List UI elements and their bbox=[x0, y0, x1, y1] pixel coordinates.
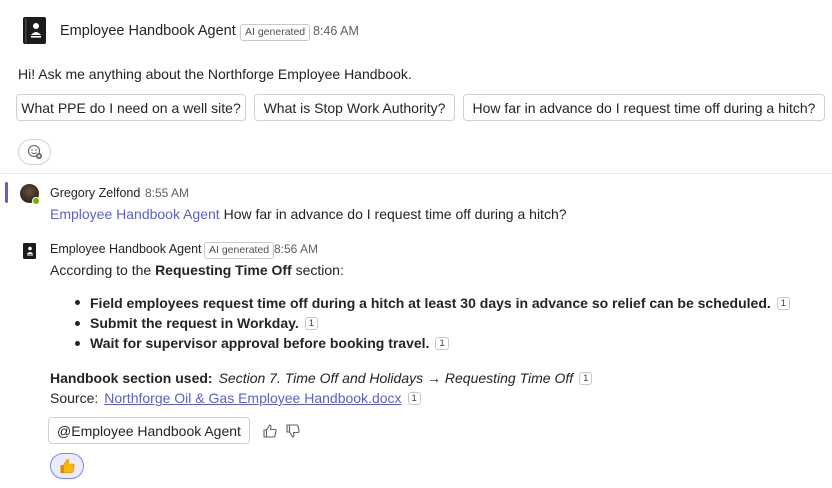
citation-badge[interactable]: 1 bbox=[407, 391, 421, 405]
bullet-icon bbox=[75, 300, 80, 305]
intro-prefix: According to the bbox=[50, 262, 156, 278]
handbook-book-icon bbox=[23, 243, 36, 259]
handbook-section-line: Handbook section used: Section 7. Time O… bbox=[50, 370, 593, 386]
question-text: How far in advance do I request time off… bbox=[223, 206, 567, 222]
citation-badge[interactable]: 1 bbox=[776, 296, 791, 310]
greeting-message: Hi! Ask me anything about the Northforge… bbox=[18, 66, 412, 82]
section-label: Handbook section used: bbox=[50, 370, 213, 386]
divider bbox=[0, 173, 832, 174]
thumbs-down-icon[interactable] bbox=[285, 423, 301, 439]
bullet-icon bbox=[75, 341, 80, 346]
add-reaction-button[interactable] bbox=[18, 139, 51, 165]
bullet-text: Submit the request in Workday. bbox=[90, 315, 299, 331]
bot-name[interactable]: Employee Handbook Agent bbox=[60, 23, 236, 39]
citation-badge[interactable]: 1 bbox=[304, 316, 319, 330]
suggestion-button-stop-work[interactable]: What is Stop Work Authority? bbox=[254, 94, 455, 121]
list-item: Field employees request time off during … bbox=[90, 295, 791, 311]
thumbs-up-emoji-icon bbox=[60, 459, 75, 473]
source-document-link[interactable]: Northforge Oil & Gas Employee Handbook.d… bbox=[104, 390, 401, 406]
handbook-book-icon bbox=[23, 17, 46, 44]
section-value: Section 7. Time Off and Holidays → Reque… bbox=[218, 370, 574, 386]
source-label: Source: bbox=[50, 390, 99, 406]
message-time: 8:46 AM bbox=[313, 24, 359, 38]
sender-name[interactable]: Gregory Zelfond bbox=[50, 186, 140, 200]
list-item: Wait for supervisor approval before book… bbox=[90, 335, 449, 351]
bullet-text: Wait for supervisor approval before book… bbox=[90, 335, 430, 351]
list-item: Submit the request in Workday. 1 bbox=[90, 315, 319, 331]
bot-name[interactable]: Employee Handbook Agent bbox=[50, 242, 202, 256]
bot-mention[interactable]: Employee Handbook Agent bbox=[50, 206, 220, 222]
thumbs-up-icon[interactable] bbox=[262, 423, 278, 439]
citation-badge[interactable]: 1 bbox=[579, 371, 593, 385]
bullet-text: Field employees request time off during … bbox=[90, 295, 771, 311]
new-message-indicator bbox=[5, 182, 8, 203]
ai-generated-badge: AI generated bbox=[204, 242, 275, 259]
message-time: 8:55 AM bbox=[145, 186, 190, 200]
presence-available-icon bbox=[32, 197, 40, 205]
user-message-text: Employee Handbook Agent How far in advan… bbox=[50, 206, 567, 222]
mention-agent-button[interactable]: @Employee Handbook Agent bbox=[48, 417, 250, 444]
ai-generated-badge: AI generated bbox=[240, 24, 311, 41]
reply-intro: According to the Requesting Time Off sec… bbox=[50, 262, 344, 278]
add-reaction-icon bbox=[27, 144, 42, 159]
intro-suffix: section: bbox=[291, 262, 344, 278]
source-line: Source: Northforge Oil & Gas Employee Ha… bbox=[50, 390, 421, 406]
suggestion-button-time-off[interactable]: How far in advance do I request time off… bbox=[463, 94, 825, 121]
suggestion-button-ppe[interactable]: What PPE do I need on a well site? bbox=[16, 94, 246, 121]
bullet-icon bbox=[75, 321, 80, 326]
message-time: 8:56 AM bbox=[274, 242, 319, 256]
citation-badge[interactable]: 1 bbox=[435, 336, 449, 350]
thumbs-up-reaction[interactable] bbox=[50, 453, 84, 479]
section-name: Requesting Time Off bbox=[155, 262, 292, 278]
